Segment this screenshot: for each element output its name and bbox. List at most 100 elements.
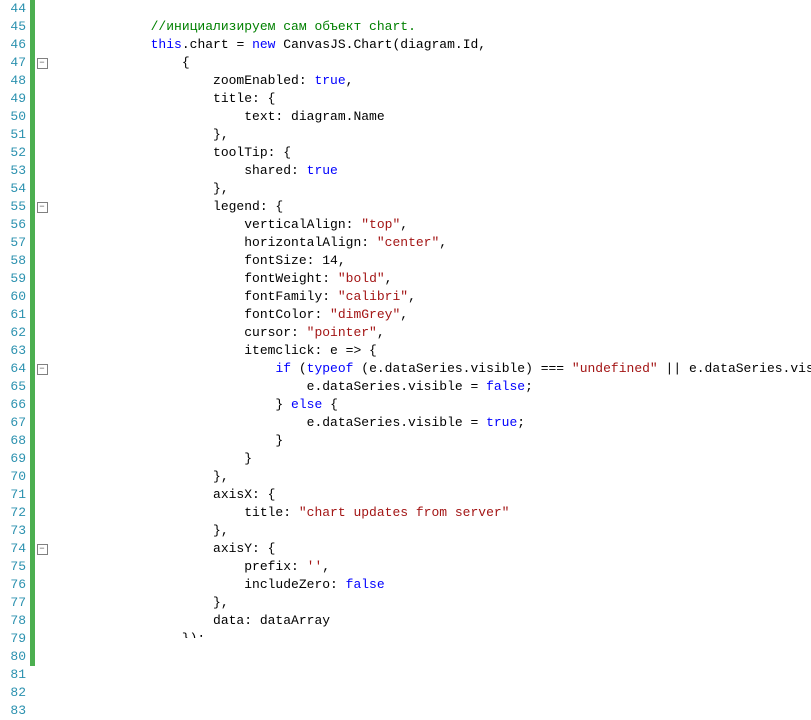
code-token: shared: (57, 163, 307, 178)
gutter-row: 81 (0, 666, 49, 684)
line-number: 77 (0, 594, 30, 612)
code-line[interactable]: }, (57, 594, 811, 612)
fold-toggle (35, 558, 49, 576)
code-token: "undefined" (572, 361, 658, 376)
line-number: 59 (0, 270, 30, 288)
fold-toggle (35, 522, 49, 540)
code-line[interactable]: axisY: { (57, 540, 811, 558)
fold-toggle[interactable]: − (35, 360, 49, 378)
code-editor[interactable]: 44454647−4849505152535455−56575859606162… (0, 0, 811, 638)
fold-toggle (35, 108, 49, 126)
fold-toggle[interactable]: − (35, 54, 49, 72)
code-token: else (291, 397, 322, 412)
gutter-row: 75 (0, 558, 49, 576)
code-line[interactable]: title: "chart updates from server" (57, 504, 811, 522)
minus-icon[interactable]: − (37, 544, 48, 555)
code-token: || e.dataSeries.visible) { (658, 361, 811, 376)
code-line[interactable]: //инициализируем сам объект chart. (57, 18, 811, 36)
line-number: 51 (0, 126, 30, 144)
code-token: false (346, 577, 385, 592)
fold-toggle[interactable]: − (35, 198, 49, 216)
code-line[interactable]: e.dataSeries.visible = true; (57, 414, 811, 432)
code-line[interactable]: { (57, 54, 811, 72)
code-token: false (486, 379, 525, 394)
code-token: itemclick: e => { (57, 343, 377, 358)
code-token: zoomEnabled: (57, 73, 314, 88)
gutter-row: 44 (0, 0, 49, 18)
code-line[interactable]: cursor: "pointer", (57, 324, 811, 342)
code-line[interactable]: toolTip: { (57, 144, 811, 162)
fold-toggle (35, 144, 49, 162)
gutter-row: 55− (0, 198, 49, 216)
code-line[interactable]: }); (57, 630, 811, 638)
code-line[interactable]: fontColor: "dimGrey", (57, 306, 811, 324)
code-line[interactable]: } (57, 450, 811, 468)
code-token: .chart = (182, 37, 252, 52)
code-line[interactable]: text: diagram.Name (57, 108, 811, 126)
code-line[interactable]: e.dataSeries.visible = false; (57, 378, 811, 396)
gutter-row: 71 (0, 486, 49, 504)
minus-icon[interactable]: − (37, 202, 48, 213)
code-line[interactable]: } else { (57, 396, 811, 414)
code-token: axisY: { (57, 541, 275, 556)
code-line[interactable]: fontSize: 14, (57, 252, 811, 270)
code-token: (e.dataSeries.visible) === (353, 361, 571, 376)
code-token: //инициализируем сам объект chart. (151, 19, 416, 34)
code-line[interactable]: data: dataArray (57, 612, 811, 630)
fold-toggle[interactable]: − (35, 540, 49, 558)
code-token: , (385, 271, 393, 286)
code-line[interactable]: fontWeight: "bold", (57, 270, 811, 288)
gutter-row: 76 (0, 576, 49, 594)
code-line[interactable]: zoomEnabled: true, (57, 72, 811, 90)
gutter-row: 56 (0, 216, 49, 234)
fold-toggle (35, 234, 49, 252)
gutter-row: 61 (0, 306, 49, 324)
line-number: 72 (0, 504, 30, 522)
code-line[interactable]: this.chart = new CanvasJS.Chart(diagram.… (57, 36, 811, 54)
fold-toggle (35, 450, 49, 468)
code-token: "center" (377, 235, 439, 250)
gutter-row: 45 (0, 18, 49, 36)
fold-toggle (35, 36, 49, 54)
code-line[interactable]: verticalAlign: "top", (57, 216, 811, 234)
gutter-row: 83 (0, 702, 49, 720)
code-line[interactable]: axisX: { (57, 486, 811, 504)
fold-toggle (35, 414, 49, 432)
code-line[interactable]: if (typeof (e.dataSeries.visible) === "u… (57, 360, 811, 378)
code-token: e.dataSeries.visible = (57, 415, 486, 430)
code-area[interactable]: //инициализируем сам объект chart. this.… (49, 0, 811, 638)
code-token: title: { (57, 91, 275, 106)
code-line[interactable]: legend: { (57, 198, 811, 216)
fold-toggle (35, 270, 49, 288)
code-line[interactable]: fontFamily: "calibri", (57, 288, 811, 306)
code-token: true (486, 415, 517, 430)
line-number: 81 (0, 666, 30, 684)
code-line[interactable]: includeZero: false (57, 576, 811, 594)
code-line[interactable]: }, (57, 180, 811, 198)
code-token: , (377, 325, 385, 340)
code-line[interactable]: }, (57, 468, 811, 486)
minus-icon[interactable]: − (37, 364, 48, 375)
line-number: 69 (0, 450, 30, 468)
fold-toggle (35, 288, 49, 306)
code-line[interactable]: horizontalAlign: "center", (57, 234, 811, 252)
code-line[interactable]: title: { (57, 90, 811, 108)
minus-icon[interactable]: − (37, 58, 48, 69)
code-line[interactable]: }, (57, 522, 811, 540)
code-token: e.dataSeries.visible = (57, 379, 486, 394)
code-token: includeZero: (57, 577, 346, 592)
line-number: 61 (0, 306, 30, 324)
code-line[interactable]: prefix: '', (57, 558, 811, 576)
code-line[interactable]: itemclick: e => { (57, 342, 811, 360)
fold-toggle (35, 216, 49, 234)
code-line[interactable]: } (57, 432, 811, 450)
gutter-row: 70 (0, 468, 49, 486)
code-line[interactable] (57, 0, 811, 18)
line-number: 57 (0, 234, 30, 252)
code-token: , (408, 289, 416, 304)
code-line[interactable]: }, (57, 126, 811, 144)
gutter-row: 80 (0, 648, 49, 666)
code-token: , (400, 217, 408, 232)
fold-toggle (35, 90, 49, 108)
code-line[interactable]: shared: true (57, 162, 811, 180)
